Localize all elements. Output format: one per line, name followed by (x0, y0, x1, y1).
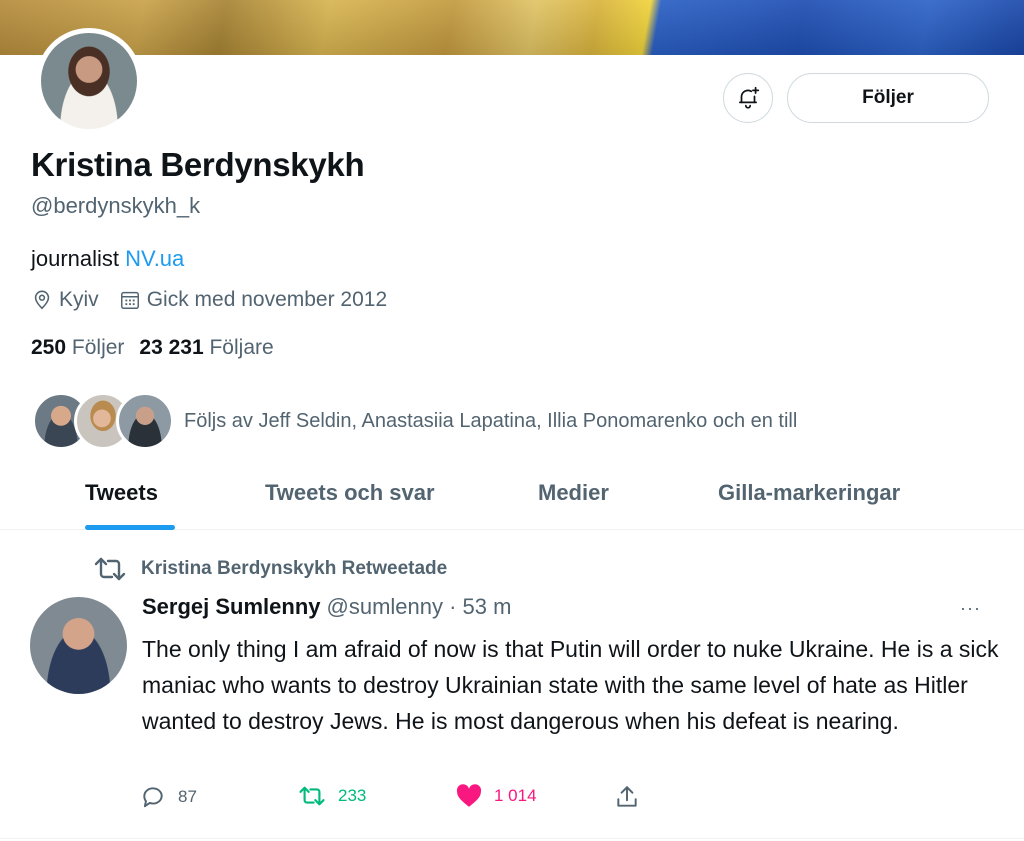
retweet-notice-text: Kristina Berdynskykh Retweetade (141, 558, 448, 579)
profile-avatar-frame (36, 28, 142, 134)
location-text: Kyiv (59, 288, 99, 311)
profile-bio: journalist NV.ua (31, 246, 184, 272)
profile-name: Kristina Berdynskykh (31, 146, 365, 183)
retweet-notice[interactable]: Kristina Berdynskykh Retweetade (93, 556, 447, 582)
tab-tweets-and-replies[interactable]: Tweets och svar (265, 480, 435, 506)
profile-tabs: Tweets Tweets och svar Medier Gilla-mark… (0, 470, 1024, 530)
join-date: Gick med november 2012 (119, 288, 387, 312)
tweet-text: The only thing I am afraid of now is tha… (142, 636, 999, 734)
tweet-actions: 87 233 1 014 (140, 784, 660, 816)
more-options-icon[interactable]: ··· (960, 598, 981, 619)
heart-icon (456, 784, 482, 807)
tweet-author-name[interactable]: Sergej Sumlenny (142, 594, 321, 620)
tab-likes[interactable]: Gilla-markeringar (718, 480, 900, 506)
tweet-author-handle-time[interactable]: @sumlenny · 53 m (327, 594, 512, 620)
following-button[interactable]: Följer (787, 73, 989, 123)
tweet-divider (0, 838, 1024, 839)
bell-plus-icon (739, 86, 760, 109)
calendar-icon (120, 291, 139, 309)
follow-counts: 250 Följer 23 231 Följare (31, 336, 289, 360)
share-icon (617, 786, 637, 807)
followed-by-avatars (32, 392, 174, 450)
active-tab-indicator (85, 525, 175, 530)
join-date-text: Gick med november 2012 (146, 288, 388, 311)
profile-meta: Kyiv Gick med november 2012 (31, 288, 407, 312)
profile-banner[interactable] (0, 0, 1024, 55)
following-label: Följer (71, 336, 125, 359)
follower-avatar (116, 392, 174, 450)
bio-link[interactable]: NV.ua (125, 246, 184, 271)
reply-icon (143, 787, 163, 808)
followers-count-link[interactable]: 23 231 Följare (139, 336, 273, 360)
followers-count: 23 231 (139, 336, 204, 359)
retweet-icon (299, 786, 325, 806)
notifications-button[interactable] (723, 73, 773, 123)
retweet-icon (94, 557, 126, 581)
following-count: 250 (31, 336, 67, 359)
tab-tweets[interactable]: Tweets (85, 480, 158, 506)
reply-button[interactable]: 87 (140, 784, 197, 810)
tweet-author-avatar[interactable] (30, 597, 127, 694)
retweet-count: 233 (338, 786, 367, 805)
following-count-link[interactable]: 250 Följer (31, 336, 124, 360)
like-button[interactable]: 1 014 (456, 784, 537, 808)
retweet-button[interactable]: 233 (298, 784, 366, 808)
location: Kyiv (31, 288, 99, 312)
followers-label: Följare (209, 336, 274, 359)
tab-media[interactable]: Medier (538, 480, 609, 506)
location-pin-icon (34, 290, 50, 310)
profile-avatar[interactable] (41, 33, 137, 129)
tweet-header: Sergej Sumlenny @sumlenny · 53 m (142, 594, 511, 620)
bio-text: journalist (31, 246, 126, 271)
like-count: 1 014 (494, 786, 537, 805)
followed-by[interactable]: Följs av Jeff Seldin, Anastasiia Lapatin… (32, 392, 797, 450)
share-button[interactable] (614, 784, 652, 810)
followed-by-text: Följs av Jeff Seldin, Anastasiia Lapatin… (184, 409, 798, 432)
reply-count: 87 (178, 787, 197, 806)
profile-handle: @berdynskykh_k (31, 193, 201, 218)
